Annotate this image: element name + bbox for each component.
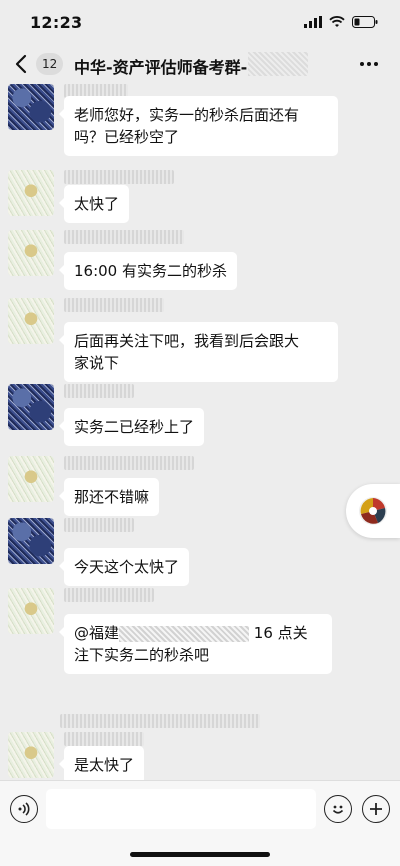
plus-button[interactable] [362,795,390,823]
message-text: 是太快了 [74,756,135,774]
emoji-button[interactable] [324,795,352,823]
avatar[interactable] [8,456,54,502]
home-indicator [130,852,270,857]
more-button[interactable] [356,54,382,74]
message-bubble[interactable]: 太快了 [58,185,130,223]
sender-name [64,298,164,312]
floating-app-button[interactable] [346,484,400,538]
message-bubble[interactable]: 老师您好，实务一的秒杀后面还有 吗？已经秒空了 [59,96,338,156]
emoji-icon [332,805,344,814]
message-bubble[interactable]: 今天这个太快了 [58,548,190,586]
avatar[interactable] [8,230,54,276]
chat-title[interactable]: 中华-资产评估师备考群- [74,54,264,78]
avatar[interactable] [8,384,54,430]
unread-count-badge[interactable]: 12 [36,53,64,75]
message-text: 后面再关注下吧，我看到后会跟大 [74,332,300,350]
sender-name [64,456,194,470]
back-button[interactable] [14,52,36,76]
avatar[interactable] [8,170,54,216]
avatar[interactable] [8,588,54,634]
message-text: 那还不错嘛 [74,488,150,506]
sender-name [64,384,134,398]
message-bubble[interactable]: 16:00 有实务二的秒杀 [59,252,237,290]
message-text: 注下实务二的秒杀吧 [74,646,210,664]
avatar[interactable] [8,84,54,130]
message-text: 太快了 [74,195,120,213]
signal-icon [304,16,322,28]
avatar[interactable] [8,518,54,564]
plus-icon [370,803,382,815]
chat-nav-bar: 12 中华-资产评估师备考群- [0,44,400,84]
sender-name [64,518,134,532]
message-text: 实务二已经秒上了 [74,418,195,436]
more-dots-icon [360,62,364,66]
sender-name [64,230,184,244]
sender-name [64,170,174,184]
voice-icon [18,802,30,816]
message-bubble[interactable]: 是太快了 [58,746,145,784]
message-text: 吗？已经秒空了 [74,128,180,146]
sender-name [64,732,144,746]
message-text: 家说下 [74,354,120,372]
message-text-part: 16 点关 [253,624,308,642]
status-icons [304,16,378,28]
mention-text: @福建 [74,624,120,642]
message-bubble[interactable]: 实务二已经秒上了 [58,408,205,446]
sender-name [64,588,154,602]
message-text: 老师您好，实务一的秒杀后面还有 [74,106,300,124]
avatar[interactable] [8,298,54,344]
system-redaction [60,714,260,728]
wifi-icon [329,16,345,27]
message-bubble[interactable]: @福建 16 点关 注下实务二的秒杀吧 [59,614,332,674]
status-bar: 12:23 [0,0,400,44]
chevron-left-icon [15,54,27,74]
status-time: 12:23 [30,12,83,32]
app-float-icon [359,497,387,525]
message-input[interactable] [46,789,316,829]
mention-redaction [119,625,250,642]
message-text: 今天这个太快了 [74,558,180,576]
message-text: 16:00 有实务二的秒杀 [74,262,227,280]
battery-icon [352,16,378,28]
message-text: @福建 16 点关 [74,622,322,644]
voice-button[interactable] [10,795,38,823]
message-bubble[interactable]: 那还不错嘛 [58,478,160,516]
message-bubble[interactable]: 后面再关注下吧，我看到后会跟大 家说下 [59,322,338,382]
title-redaction [248,52,308,76]
avatar[interactable] [8,732,54,778]
